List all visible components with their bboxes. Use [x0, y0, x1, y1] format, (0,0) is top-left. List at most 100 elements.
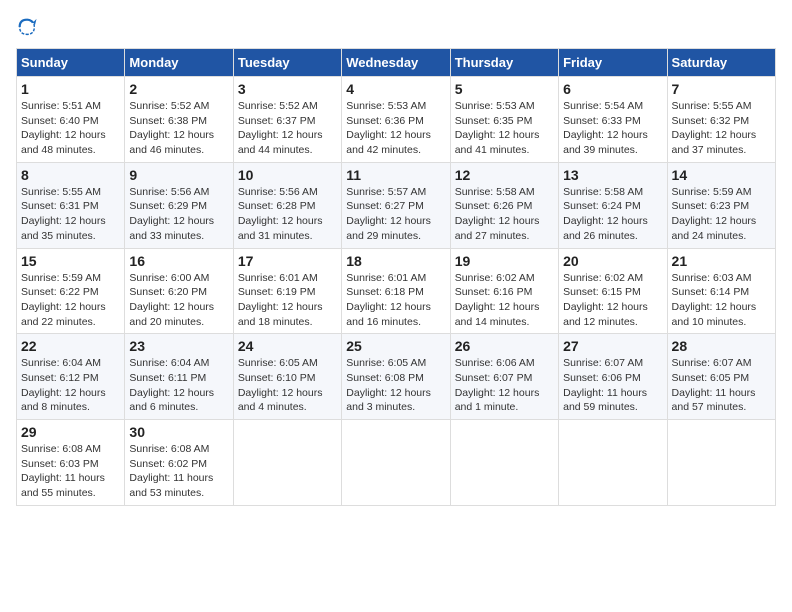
calendar-cell: 24 Sunrise: 6:05 AMSunset: 6:10 PMDayligh…: [233, 334, 341, 420]
day-info: Sunrise: 5:56 AMSunset: 6:29 PMDaylight:…: [129, 185, 228, 244]
day-number: 7: [672, 81, 771, 97]
day-number: 25: [346, 338, 445, 354]
day-info: Sunrise: 5:59 AMSunset: 6:22 PMDaylight:…: [21, 271, 120, 330]
calendar-cell: 20 Sunrise: 6:02 AMSunset: 6:15 PMDayligh…: [559, 248, 667, 334]
calendar-cell: 15 Sunrise: 5:59 AMSunset: 6:22 PMDayligh…: [17, 248, 125, 334]
calendar-header: SundayMondayTuesdayWednesdayThursdayFrid…: [17, 49, 776, 77]
header-cell-sunday: Sunday: [17, 49, 125, 77]
day-info: Sunrise: 6:08 AMSunset: 6:03 PMDaylight:…: [21, 442, 120, 501]
day-info: Sunrise: 6:08 AMSunset: 6:02 PMDaylight:…: [129, 442, 228, 501]
calendar-cell: 28 Sunrise: 6:07 AMSunset: 6:05 PMDayligh…: [667, 334, 775, 420]
day-info: Sunrise: 6:06 AMSunset: 6:07 PMDaylight:…: [455, 356, 554, 415]
calendar-cell: 13Sunrise: 5:58 AMSunset: 6:24 PMDayligh…: [559, 162, 667, 248]
calendar-cell: 11 Sunrise: 5:57 AMSunset: 6:27 PMDayligh…: [342, 162, 450, 248]
day-number: 28: [672, 338, 771, 354]
day-number: 23: [129, 338, 228, 354]
day-info: Sunrise: 6:05 AMSunset: 6:08 PMDaylight:…: [346, 356, 445, 415]
calendar-cell: 29Sunrise: 6:08 AMSunset: 6:03 PMDayligh…: [17, 420, 125, 506]
day-info: Sunrise: 5:53 AMSunset: 6:35 PMDaylight:…: [455, 99, 554, 158]
day-info: Sunrise: 6:07 AMSunset: 6:05 PMDaylight:…: [672, 356, 771, 415]
calendar-week-4: 22 Sunrise: 6:04 AMSunset: 6:12 PMDayligh…: [17, 334, 776, 420]
calendar-cell: 10 Sunrise: 5:56 AMSunset: 6:28 PMDayligh…: [233, 162, 341, 248]
calendar-cell: [667, 420, 775, 506]
calendar-cell: 14 Sunrise: 5:59 AMSunset: 6:23 PMDayligh…: [667, 162, 775, 248]
calendar-cell: 18 Sunrise: 6:01 AMSunset: 6:18 PMDayligh…: [342, 248, 450, 334]
calendar-cell: 30Sunrise: 6:08 AMSunset: 6:02 PMDayligh…: [125, 420, 233, 506]
calendar-cell: 23 Sunrise: 6:04 AMSunset: 6:11 PMDayligh…: [125, 334, 233, 420]
header-cell-tuesday: Tuesday: [233, 49, 341, 77]
day-info: Sunrise: 5:56 AMSunset: 6:28 PMDaylight:…: [238, 185, 337, 244]
calendar-cell: 19Sunrise: 6:02 AMSunset: 6:16 PMDayligh…: [450, 248, 558, 334]
day-number: 2: [129, 81, 228, 97]
day-number: 22: [21, 338, 120, 354]
calendar-cell: 26 Sunrise: 6:06 AMSunset: 6:07 PMDayligh…: [450, 334, 558, 420]
calendar-cell: 16 Sunrise: 6:00 AMSunset: 6:20 PMDayligh…: [125, 248, 233, 334]
day-number: 13: [563, 167, 662, 183]
header-cell-thursday: Thursday: [450, 49, 558, 77]
day-info: Sunrise: 6:05 AMSunset: 6:10 PMDaylight:…: [238, 356, 337, 415]
day-number: 9: [129, 167, 228, 183]
day-number: 21: [672, 253, 771, 269]
calendar-cell: 27Sunrise: 6:07 AMSunset: 6:06 PMDayligh…: [559, 334, 667, 420]
day-number: 16: [129, 253, 228, 269]
day-info: Sunrise: 6:04 AMSunset: 6:12 PMDaylight:…: [21, 356, 120, 415]
header-cell-monday: Monday: [125, 49, 233, 77]
day-info: Sunrise: 6:02 AMSunset: 6:15 PMDaylight:…: [563, 271, 662, 330]
day-info: Sunrise: 6:03 AMSunset: 6:14 PMDaylight:…: [672, 271, 771, 330]
header-row: SundayMondayTuesdayWednesdayThursdayFrid…: [17, 49, 776, 77]
day-number: 6: [563, 81, 662, 97]
day-number: 8: [21, 167, 120, 183]
calendar-cell: 1 Sunrise: 5:51 AMSunset: 6:40 PMDaylight…: [17, 77, 125, 163]
calendar-cell: 3Sunrise: 5:52 AMSunset: 6:37 PMDaylight…: [233, 77, 341, 163]
calendar-cell: 17 Sunrise: 6:01 AMSunset: 6:19 PMDayligh…: [233, 248, 341, 334]
day-number: 14: [672, 167, 771, 183]
calendar-cell: 4 Sunrise: 5:53 AMSunset: 6:36 PMDaylight…: [342, 77, 450, 163]
day-number: 3: [238, 81, 337, 97]
calendar-cell: [233, 420, 341, 506]
day-info: Sunrise: 5:57 AMSunset: 6:27 PMDaylight:…: [346, 185, 445, 244]
logo-icon: [16, 16, 38, 38]
calendar-body: 1 Sunrise: 5:51 AMSunset: 6:40 PMDaylight…: [17, 77, 776, 506]
calendar-cell: 22 Sunrise: 6:04 AMSunset: 6:12 PMDayligh…: [17, 334, 125, 420]
calendar-cell: 25 Sunrise: 6:05 AMSunset: 6:08 PMDayligh…: [342, 334, 450, 420]
header-cell-saturday: Saturday: [667, 49, 775, 77]
header: [16, 16, 776, 38]
day-number: 5: [455, 81, 554, 97]
day-info: Sunrise: 6:04 AMSunset: 6:11 PMDaylight:…: [129, 356, 228, 415]
calendar-cell: 12 Sunrise: 5:58 AMSunset: 6:26 PMDayligh…: [450, 162, 558, 248]
calendar-cell: 8 Sunrise: 5:55 AMSunset: 6:31 PMDaylight…: [17, 162, 125, 248]
calendar-cell: 2 Sunrise: 5:52 AMSunset: 6:38 PMDaylight…: [125, 77, 233, 163]
day-number: 4: [346, 81, 445, 97]
day-number: 26: [455, 338, 554, 354]
day-number: 10: [238, 167, 337, 183]
calendar-week-1: 1 Sunrise: 5:51 AMSunset: 6:40 PMDaylight…: [17, 77, 776, 163]
day-number: 15: [21, 253, 120, 269]
calendar-cell: 6Sunrise: 5:54 AMSunset: 6:33 PMDaylight…: [559, 77, 667, 163]
day-number: 20: [563, 253, 662, 269]
day-number: 12: [455, 167, 554, 183]
day-number: 19: [455, 253, 554, 269]
calendar-cell: 9 Sunrise: 5:56 AMSunset: 6:29 PMDaylight…: [125, 162, 233, 248]
day-info: Sunrise: 5:58 AMSunset: 6:26 PMDaylight:…: [455, 185, 554, 244]
day-info: Sunrise: 5:59 AMSunset: 6:23 PMDaylight:…: [672, 185, 771, 244]
calendar-week-2: 8 Sunrise: 5:55 AMSunset: 6:31 PMDaylight…: [17, 162, 776, 248]
day-number: 1: [21, 81, 120, 97]
day-number: 17: [238, 253, 337, 269]
header-cell-wednesday: Wednesday: [342, 49, 450, 77]
day-info: Sunrise: 6:01 AMSunset: 6:18 PMDaylight:…: [346, 271, 445, 330]
day-number: 24: [238, 338, 337, 354]
day-info: Sunrise: 6:07 AMSunset: 6:06 PMDaylight:…: [563, 356, 662, 415]
calendar-cell: [342, 420, 450, 506]
day-info: Sunrise: 6:01 AMSunset: 6:19 PMDaylight:…: [238, 271, 337, 330]
header-cell-friday: Friday: [559, 49, 667, 77]
calendar-week-3: 15 Sunrise: 5:59 AMSunset: 6:22 PMDayligh…: [17, 248, 776, 334]
day-info: Sunrise: 5:52 AMSunset: 6:38 PMDaylight:…: [129, 99, 228, 158]
calendar-cell: 7Sunrise: 5:55 AMSunset: 6:32 PMDaylight…: [667, 77, 775, 163]
calendar-cell: [559, 420, 667, 506]
day-number: 18: [346, 253, 445, 269]
day-info: Sunrise: 5:51 AMSunset: 6:40 PMDaylight:…: [21, 99, 120, 158]
day-info: Sunrise: 5:53 AMSunset: 6:36 PMDaylight:…: [346, 99, 445, 158]
day-info: Sunrise: 5:55 AMSunset: 6:31 PMDaylight:…: [21, 185, 120, 244]
day-number: 11: [346, 167, 445, 183]
day-info: Sunrise: 6:00 AMSunset: 6:20 PMDaylight:…: [129, 271, 228, 330]
